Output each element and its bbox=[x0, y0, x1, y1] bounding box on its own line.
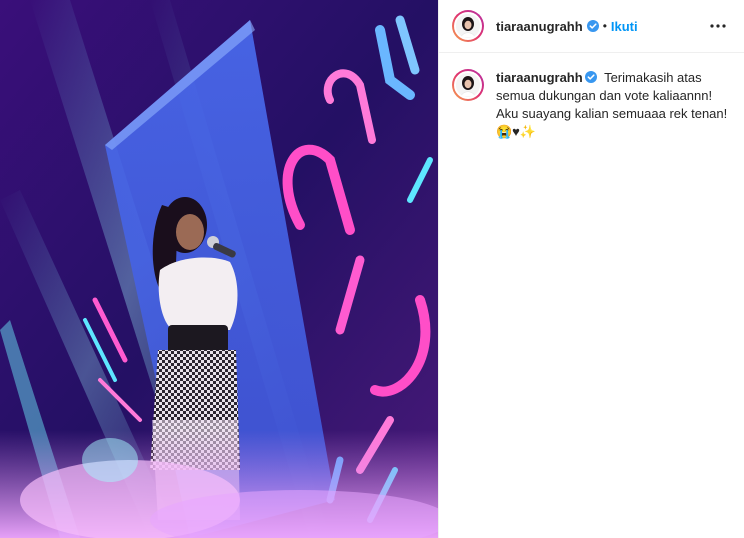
caption-username[interactable]: tiaraanugrahh bbox=[496, 70, 583, 85]
author-avatar[interactable] bbox=[452, 10, 484, 42]
verified-badge-icon bbox=[586, 20, 599, 32]
post-header: tiaraanugrahh • Ikuti bbox=[439, 0, 744, 53]
follow-button[interactable]: Ikuti bbox=[611, 19, 638, 34]
caption-author-avatar[interactable] bbox=[452, 69, 484, 101]
author-username[interactable]: tiaraanugrahh bbox=[496, 19, 583, 34]
comments-section: tiaraanugrahh Terimakasih atas semua duk… bbox=[439, 53, 744, 141]
caption-comment: tiaraanugrahh Terimakasih atas semua duk… bbox=[452, 69, 730, 141]
instagram-post: tiaraanugrahh • Ikuti tiaraanugrahh Teri… bbox=[0, 0, 744, 538]
profile-photo-icon bbox=[456, 73, 480, 97]
profile-photo-icon bbox=[456, 14, 480, 38]
caption-text: tiaraanugrahh Terimakasih atas semua duk… bbox=[496, 69, 730, 141]
stage-performance-image bbox=[0, 0, 438, 538]
post-sidebar: tiaraanugrahh • Ikuti tiaraanugrahh Teri… bbox=[438, 0, 744, 538]
post-photo[interactable] bbox=[0, 0, 438, 538]
more-options-icon[interactable] bbox=[706, 14, 730, 38]
verified-badge-icon bbox=[584, 71, 597, 83]
separator-dot: • bbox=[602, 19, 607, 33]
